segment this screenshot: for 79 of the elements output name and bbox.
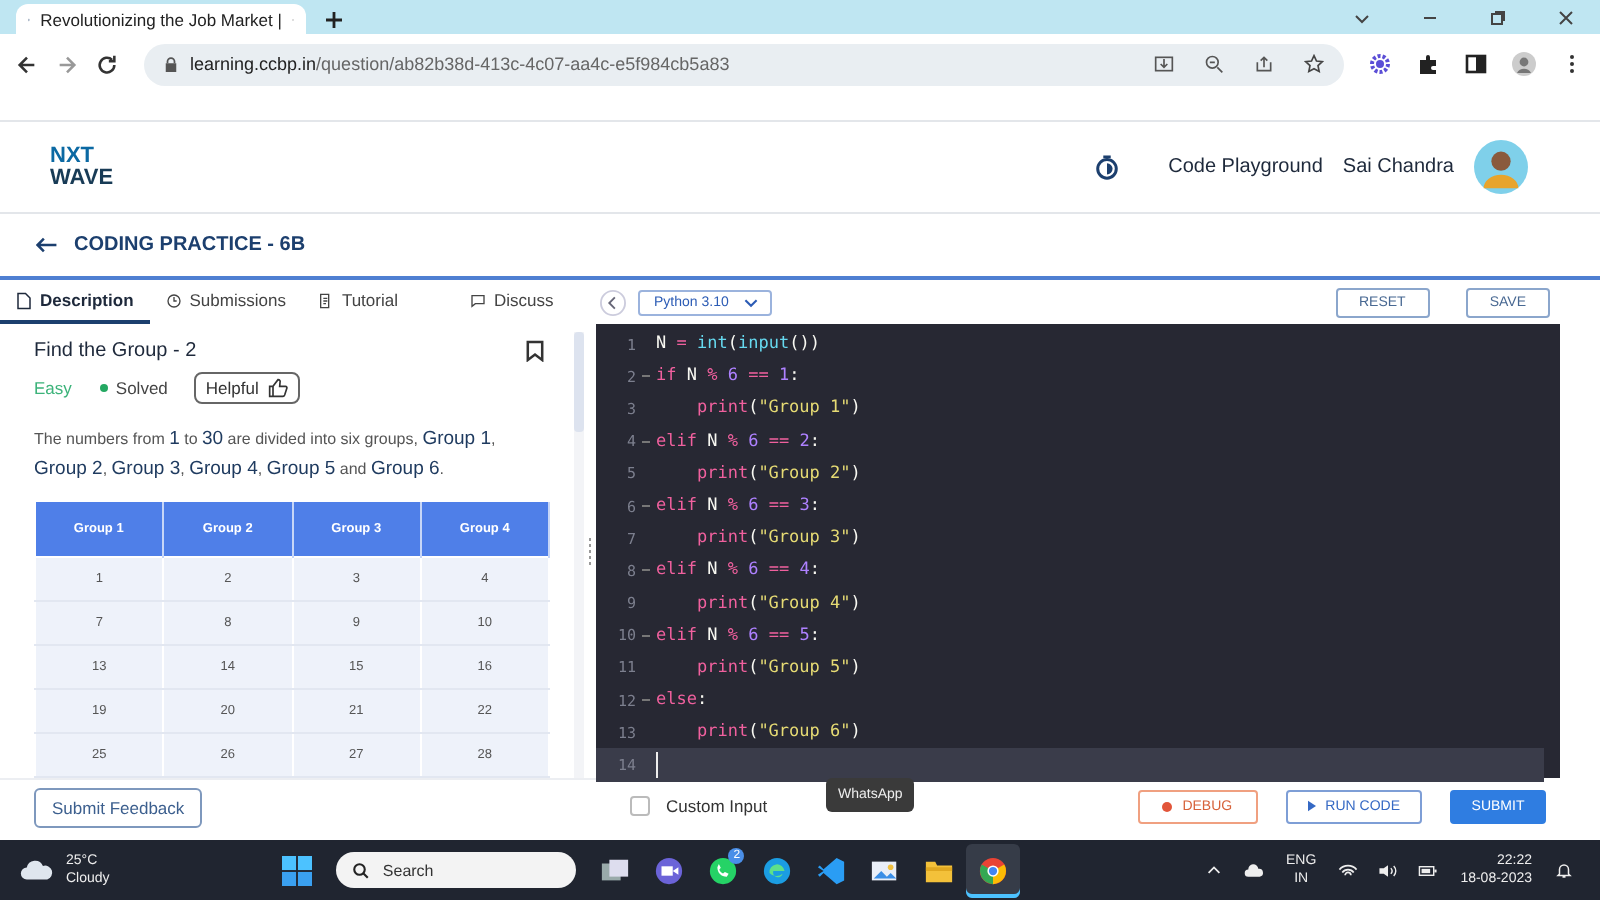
code-line: elif N % 6 == 3: <box>656 496 820 517</box>
zoom-icon[interactable] <box>1204 54 1224 74</box>
code-line: else: <box>656 690 708 711</box>
cloud-icon[interactable] <box>1244 861 1265 879</box>
tab[interactable]: Submissions <box>149 280 302 324</box>
code-playground-link[interactable]: Code Playground <box>1168 156 1323 178</box>
code-line: print("Group 4") <box>694 593 861 614</box>
speaker-icon[interactable] <box>1378 861 1399 879</box>
video-camera-icon <box>654 855 685 885</box>
tab[interactable]: Description <box>0 280 150 324</box>
resize-handle[interactable] <box>588 537 592 565</box>
start-icon[interactable] <box>282 855 313 885</box>
code-line: print("Group 2") <box>694 463 861 484</box>
forward-icon[interactable] <box>56 53 78 75</box>
problem-title: Find the Group - 2 <box>34 340 197 362</box>
browser-icon <box>762 855 793 885</box>
lock-icon <box>164 55 178 73</box>
share-icon[interactable] <box>1254 54 1274 74</box>
submit-feedback-button[interactable]: Submit Feedback <box>34 787 203 827</box>
puzzle-icon[interactable] <box>1416 52 1440 76</box>
back-arrow-icon[interactable] <box>36 236 58 254</box>
user-name: Sai Chandra <box>1342 156 1454 178</box>
difficulty-label: Easy <box>34 378 72 398</box>
avatar[interactable] <box>1474 140 1528 194</box>
bookmark-icon[interactable] <box>526 340 544 362</box>
install-icon[interactable] <box>1154 54 1174 74</box>
code-line: elif N % 6 == 4: <box>656 560 820 581</box>
restore-icon[interactable] <box>1488 8 1508 28</box>
bell-icon[interactable] <box>1554 861 1574 879</box>
checkbox-label: Custom Input <box>666 796 768 816</box>
task-view-icon <box>600 855 631 885</box>
scrollbar[interactable] <box>574 332 584 778</box>
tab[interactable]: Discuss <box>453 280 570 324</box>
code-line: print("Group 3") <box>694 528 861 549</box>
helpful-button[interactable]: Helpful <box>193 372 301 404</box>
bug-icon <box>1162 801 1173 811</box>
code-line: print("Group 6") <box>694 722 861 743</box>
gear-icon[interactable] <box>1368 52 1392 76</box>
notes-icon <box>317 291 334 309</box>
checkbox[interactable] <box>630 796 650 816</box>
code-line: elif N % 6 == 5: <box>656 625 820 646</box>
document-icon <box>16 291 32 309</box>
code-line: print("Group 1") <box>694 398 861 419</box>
battery-icon[interactable] <box>1418 861 1439 879</box>
code-line: N = int(input()) <box>656 334 820 355</box>
chat-icon <box>469 291 486 309</box>
phone-chat-icon <box>708 855 739 885</box>
star-icon[interactable] <box>1304 54 1324 74</box>
status-label: Solved <box>115 378 168 398</box>
reload-icon[interactable] <box>96 53 118 75</box>
text-cursor <box>656 752 658 779</box>
code-editor-icon <box>816 855 847 885</box>
chevron-up-icon[interactable] <box>1204 861 1225 879</box>
code-line: elif N % 6 == 2: <box>656 431 820 452</box>
clock-icon <box>165 291 182 309</box>
code-line: if N % 6 == 1: <box>656 366 800 387</box>
thumbs-up-icon <box>268 378 289 398</box>
profile-icon[interactable] <box>1512 52 1536 76</box>
new-tab-icon[interactable] <box>324 10 344 30</box>
taskbar-app[interactable] <box>966 843 1021 897</box>
timer-icon[interactable] <box>1094 154 1121 180</box>
collapse-button[interactable] <box>600 289 626 315</box>
problem-description: The numbers from 1 to 30 are divided into six groups, Group 1, Group 2, Group 3, Group 4, Group 5 and Group 6. <box>34 426 498 484</box>
search-field[interactable]: Search <box>336 852 577 888</box>
play-icon <box>1307 800 1316 812</box>
sidebar-icon[interactable] <box>1464 52 1488 76</box>
wifi-icon[interactable] <box>1338 861 1359 879</box>
address-bar[interactable]: learning.ccbp.in/question/ab82b38d-413c-4c07-aa4c-e5f984cb5a83 <box>144 43 1344 85</box>
page-title: CODING PRACTICE - 6B <box>74 234 306 256</box>
cloud-icon[interactable] <box>20 859 54 881</box>
tab[interactable]: Tutorial <box>301 280 414 324</box>
status-dot <box>99 384 108 392</box>
code-line: print("Group 5") <box>694 657 861 678</box>
search-icon <box>352 861 371 879</box>
back-icon[interactable] <box>16 53 38 75</box>
browser-icon <box>978 855 1009 885</box>
logo[interactable]: NXT WAVE <box>50 145 114 189</box>
caret-icon <box>744 297 759 307</box>
browser-tab[interactable]: Revolutionizing the Job Market | <box>16 4 306 34</box>
